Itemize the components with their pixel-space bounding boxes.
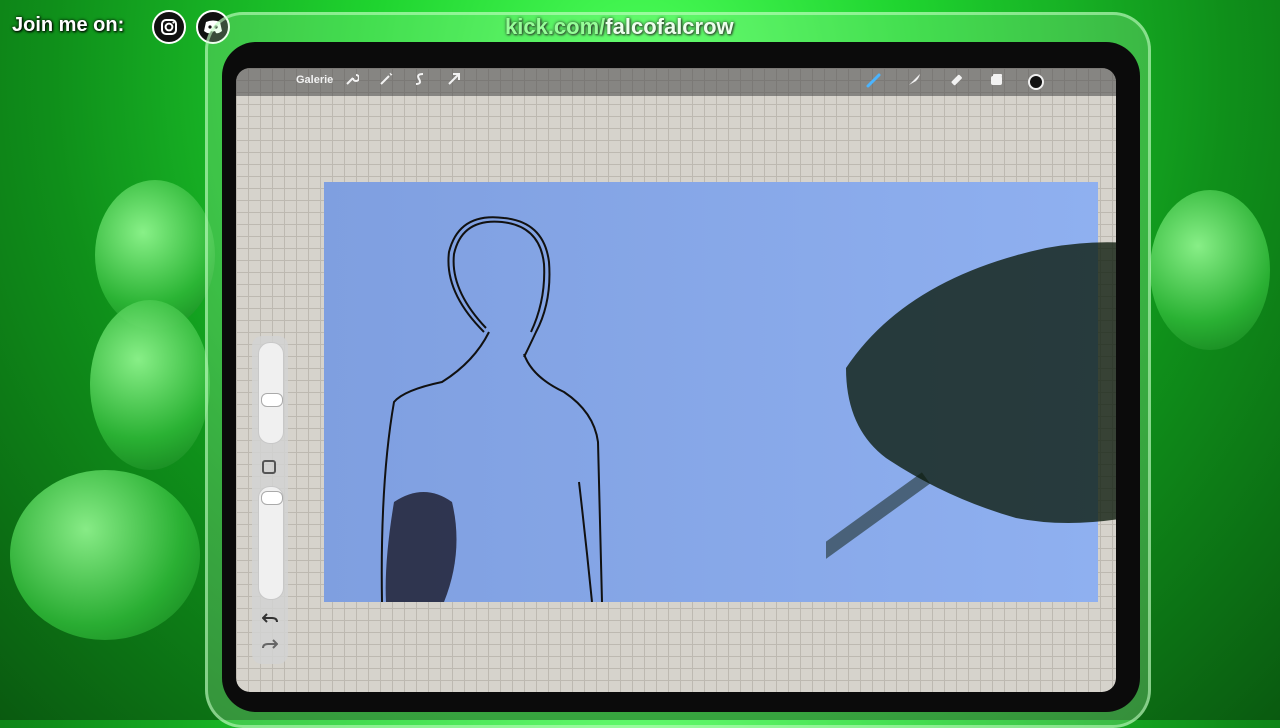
layers-icon[interactable] [986,72,1006,92]
figurine-pikachu-right [1150,190,1270,350]
join-label: Join me on: [12,14,125,36]
smudge-icon[interactable] [904,72,924,92]
modify-button[interactable] [262,460,276,474]
figurine-pikachu-left [90,300,210,470]
redo-icon[interactable] [260,638,280,654]
instagram-icon[interactable] [152,10,186,44]
side-toolbar [252,336,288,664]
brush-size-knob[interactable] [261,393,283,407]
brush-icon[interactable] [864,72,884,92]
magic-wand-icon[interactable] [376,72,396,92]
top-toolbar: Galerie [236,68,1116,96]
transform-arrow-icon[interactable] [444,72,464,92]
figurine-bulbasaur [10,470,200,640]
opacity-knob[interactable] [261,491,283,505]
color-picker[interactable] [1028,74,1044,90]
selection-icon[interactable] [410,72,430,92]
undo-icon[interactable] [260,612,280,628]
gallery-button[interactable]: Galerie [296,74,333,86]
eraser-icon[interactable] [946,72,966,92]
brush-size-slider[interactable] [258,342,284,444]
hand-silhouette [826,242,1116,559]
procreate-screen: Galerie [236,68,1116,692]
opacity-slider[interactable] [258,486,284,600]
wrench-icon[interactable] [342,72,362,92]
